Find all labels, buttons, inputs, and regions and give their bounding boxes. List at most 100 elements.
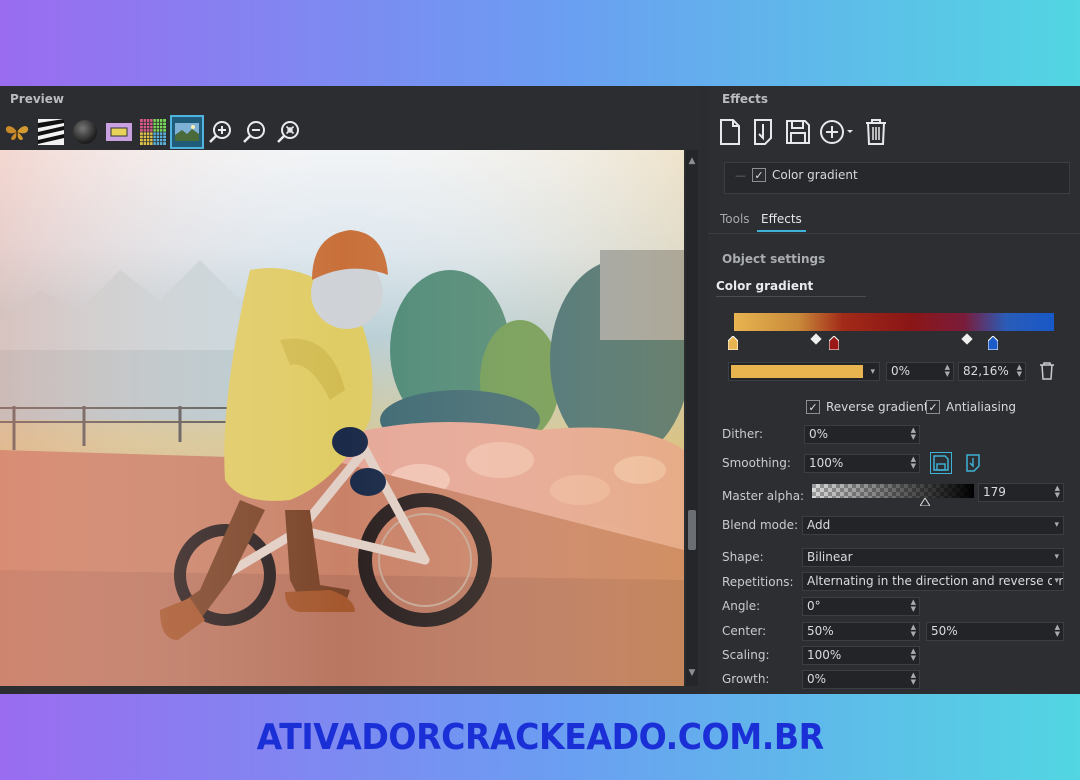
scroll-down-icon[interactable]: ▼	[687, 668, 697, 678]
spinner-icon[interactable]: ▲ ▼	[1017, 364, 1022, 378]
butterfly-icon[interactable]	[2, 117, 32, 147]
smoothing-value: 100%	[809, 456, 844, 470]
dither-label: Dither:	[722, 427, 764, 441]
master-alpha-field[interactable]: 179 ▲ ▼	[978, 483, 1064, 502]
center-label: Center:	[722, 624, 767, 638]
repetitions-value: Alternating in the direction and reverse…	[807, 574, 1064, 588]
gradient-stop-1[interactable]	[728, 336, 738, 350]
stop-color-picker[interactable]: ▾	[728, 362, 880, 381]
zoom-out-icon[interactable]	[240, 117, 270, 147]
tree-item-label: Color gradient	[772, 168, 858, 182]
load-preset-icon[interactable]	[962, 452, 984, 474]
footer-text: ATIVADORCRACKEADO.COM.BR	[256, 716, 824, 758]
preview-image[interactable]	[0, 150, 684, 686]
spinner-icon[interactable]: ▲ ▼	[1055, 485, 1060, 499]
reverse-gradient-checkbox[interactable]: ✓ Reverse gradient	[806, 400, 929, 414]
checkbox-reverse[interactable]: ✓	[806, 400, 820, 414]
shape-value: Bilinear	[807, 550, 853, 564]
gradient-midpoint-2[interactable]	[961, 333, 973, 345]
spinner-icon[interactable]: ▲ ▼	[1055, 624, 1060, 638]
growth-label: Growth:	[722, 672, 770, 686]
scaling-field[interactable]: 100% ▲ ▼	[802, 646, 920, 665]
blend-mode-select[interactable]: Add ▾	[802, 516, 1064, 535]
stop-value-text: 82,16%	[963, 364, 1009, 378]
chevron-down-icon: ▾	[1054, 552, 1059, 562]
master-alpha-label: Master alpha:	[722, 489, 805, 503]
delete-stop-icon[interactable]	[1036, 360, 1058, 382]
spinner-icon[interactable]: ▲ ▼	[945, 364, 950, 378]
repetitions-label: Repetitions:	[722, 575, 794, 589]
checkbox-antialiasing[interactable]: ✓	[926, 400, 940, 414]
stop-value-field[interactable]: 82,16% ▲ ▼	[958, 362, 1026, 381]
chevron-down-icon: ▾	[870, 367, 875, 377]
color-gradient-title: Color gradient	[716, 279, 814, 293]
blend-mode-value: Add	[807, 518, 831, 532]
spinner-icon[interactable]: ▲ ▼	[911, 599, 916, 613]
add-effect-icon[interactable]	[818, 116, 856, 148]
shape-select[interactable]: Bilinear ▾	[802, 548, 1064, 567]
preview-scrollbar[interactable]: ▲ ▼	[686, 150, 698, 686]
scroll-up-icon[interactable]: ▲	[687, 156, 697, 166]
preview-panel: Preview ▲ ▼	[0, 86, 702, 694]
open-file-icon[interactable]	[750, 116, 778, 148]
spinner-icon[interactable]: ▲ ▼	[911, 648, 916, 662]
save-icon[interactable]	[784, 116, 812, 148]
center-x-value: 50%	[807, 624, 834, 638]
scroll-thumb[interactable]	[688, 510, 696, 550]
dither-value: 0%	[809, 427, 829, 441]
spinner-icon[interactable]: ▲ ▼	[911, 672, 916, 686]
stop-color-swatch	[731, 365, 863, 378]
watermark-footer: ATIVADORCRACKEADO.COM.BR	[0, 694, 1080, 780]
shape-label: Shape:	[722, 550, 764, 564]
smoothing-field[interactable]: 100% ▲ ▼	[804, 454, 920, 473]
effects-tree: — ✓ Color gradient	[724, 162, 1070, 194]
antialiasing-checkbox[interactable]: ✓ Antialiasing	[926, 400, 1016, 414]
tree-item-color-gradient[interactable]: — ✓ Color gradient	[735, 168, 858, 182]
reverse-gradient-label: Reverse gradient	[826, 400, 929, 414]
save-preset-icon[interactable]	[930, 452, 952, 474]
stop-position-value: 0%	[891, 364, 911, 378]
gradient-stop-3[interactable]	[988, 336, 998, 350]
spinner-icon[interactable]: ▲ ▼	[911, 456, 916, 470]
sphere-icon[interactable]	[70, 117, 100, 147]
angle-field[interactable]: 0° ▲ ▼	[802, 597, 920, 616]
tab-effects[interactable]: Effects	[757, 212, 806, 232]
chevron-down-icon: ▾	[1052, 573, 1059, 590]
growth-field[interactable]: 0% ▲ ▼	[802, 670, 920, 689]
effects-title: Effects	[722, 92, 769, 106]
angle-value: 0°	[807, 599, 821, 613]
tab-bar: Tools Effects	[708, 208, 1080, 234]
mosaic-icon[interactable]	[138, 117, 168, 147]
gradient-midpoint-1[interactable]	[810, 333, 822, 345]
chevron-down-icon: ▾	[1054, 520, 1059, 530]
blend-mode-label: Blend mode:	[722, 518, 799, 532]
scaling-value: 100%	[807, 648, 842, 662]
center-y-value: 50%	[931, 624, 958, 638]
master-alpha-slider[interactable]	[812, 484, 974, 498]
stop-position-field[interactable]: 0% ▲ ▼	[886, 362, 954, 381]
center-x-field[interactable]: 50% ▲ ▼	[802, 622, 920, 641]
dither-field[interactable]: 0% ▲ ▼	[804, 425, 920, 444]
gradient-editor-bar[interactable]	[734, 313, 1054, 331]
tree-item-checkbox[interactable]: ✓	[752, 168, 766, 182]
alpha-slider-handle[interactable]	[920, 498, 930, 506]
smoothing-label: Smoothing:	[722, 456, 791, 470]
tab-tools[interactable]: Tools	[716, 212, 754, 230]
center-y-field[interactable]: 50% ▲ ▼	[926, 622, 1064, 641]
repetitions-select[interactable]: Alternating in the direction and reverse…	[802, 572, 1064, 591]
photo-icon[interactable]	[170, 115, 204, 149]
app-window: Preview ▲ ▼ Effects — ✓ Color gradient T…	[0, 86, 1080, 694]
new-document-icon[interactable]	[716, 116, 744, 148]
zebra-icon[interactable]	[36, 117, 66, 147]
spinner-icon[interactable]: ▲ ▼	[911, 624, 916, 638]
delete-icon[interactable]	[862, 116, 890, 148]
spinner-icon[interactable]: ▲ ▼	[911, 427, 916, 441]
growth-value: 0%	[807, 672, 827, 686]
object-settings-title: Object settings	[722, 252, 826, 266]
preview-toolbar	[2, 115, 304, 149]
frame-icon[interactable]	[104, 117, 134, 147]
zoom-in-icon[interactable]	[206, 117, 236, 147]
gradient-stop-2[interactable]	[829, 336, 839, 350]
zoom-fit-icon[interactable]	[274, 117, 304, 147]
angle-label: Angle:	[722, 599, 761, 613]
